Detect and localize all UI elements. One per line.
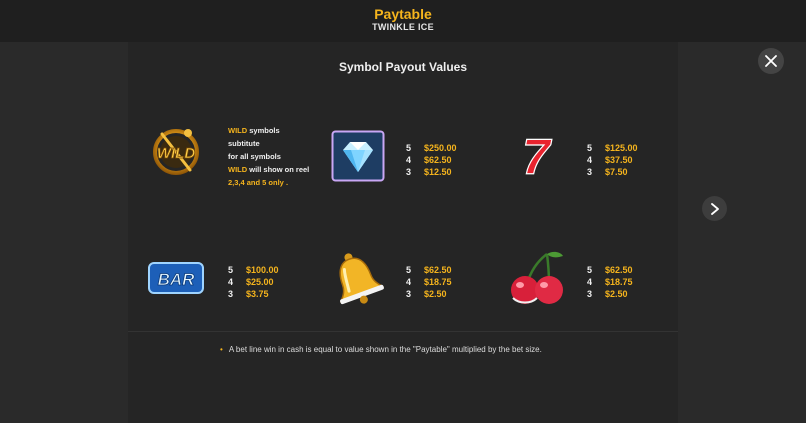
- payout-row: 5 $125.00: [587, 143, 638, 153]
- next-page-button[interactable]: [702, 196, 727, 221]
- paytable-panel: [128, 42, 678, 423]
- close-icon: [765, 55, 777, 67]
- payout-row: 5 $250.00: [406, 143, 457, 153]
- seven-symbol: 7: [514, 128, 558, 185]
- close-button[interactable]: [758, 48, 784, 74]
- payout-row: 4 $37.50: [587, 155, 633, 165]
- page-title: Paytable: [374, 6, 432, 22]
- payout-row: 4 $62.50: [406, 155, 452, 165]
- header-bar: Paytable TWINKLE ICE: [0, 0, 806, 42]
- bar-symbol: BAR: [146, 258, 206, 298]
- bar-glyph: BAR: [158, 270, 196, 289]
- payout-row: 4 $25.00: [228, 277, 274, 287]
- chevron-right-icon: [710, 202, 719, 215]
- bell-payouts: 5 $62.50 4 $18.75 3 $2.50: [406, 264, 452, 300]
- bet-line-note: • A bet line win in cash is equal to valu…: [220, 345, 542, 354]
- payout-row: 3 $7.50: [587, 167, 628, 177]
- bar-payouts: 5 $100.00 4 $25.00 3 $3.75: [228, 264, 279, 300]
- payout-row: 5 $100.00: [228, 265, 279, 275]
- payout-row: 4 $18.75: [406, 277, 452, 287]
- wild-logo-text: WILD: [157, 145, 195, 162]
- cherry-symbol: [505, 248, 569, 308]
- wild-description: WILD symbols subtitute for all symbols W…: [228, 126, 310, 187]
- payout-row: 5 $62.50: [587, 265, 633, 275]
- payout-row: 5 $62.50: [406, 265, 452, 275]
- bullet-icon: •: [220, 345, 223, 354]
- game-name: TWINKLE ICE: [372, 22, 434, 32]
- payout-row: 3 $2.50: [587, 289, 628, 299]
- diamond-symbol: [331, 130, 385, 182]
- bell-symbol: [326, 248, 386, 308]
- payout-row: 4 $18.75: [587, 277, 633, 287]
- seven-payouts: 5 $125.00 4 $37.50 3 $7.50: [587, 142, 638, 178]
- diamond-payouts: 5 $250.00 4 $62.50 3 $12.50: [406, 142, 457, 178]
- wild-symbol: WILD: [146, 124, 206, 180]
- payout-row: 3 $2.50: [406, 289, 447, 299]
- payout-row: 3 $3.75: [228, 289, 269, 299]
- payout-row: 3 $12.50: [406, 167, 452, 177]
- seven-glyph: 7: [522, 130, 552, 182]
- section-title: Symbol Payout Values: [338, 60, 468, 74]
- cherry-payouts: 5 $62.50 4 $18.75 3 $2.50: [587, 264, 633, 300]
- note-text: A bet line win in cash is equal to value…: [228, 345, 542, 354]
- divider: [128, 331, 678, 332]
